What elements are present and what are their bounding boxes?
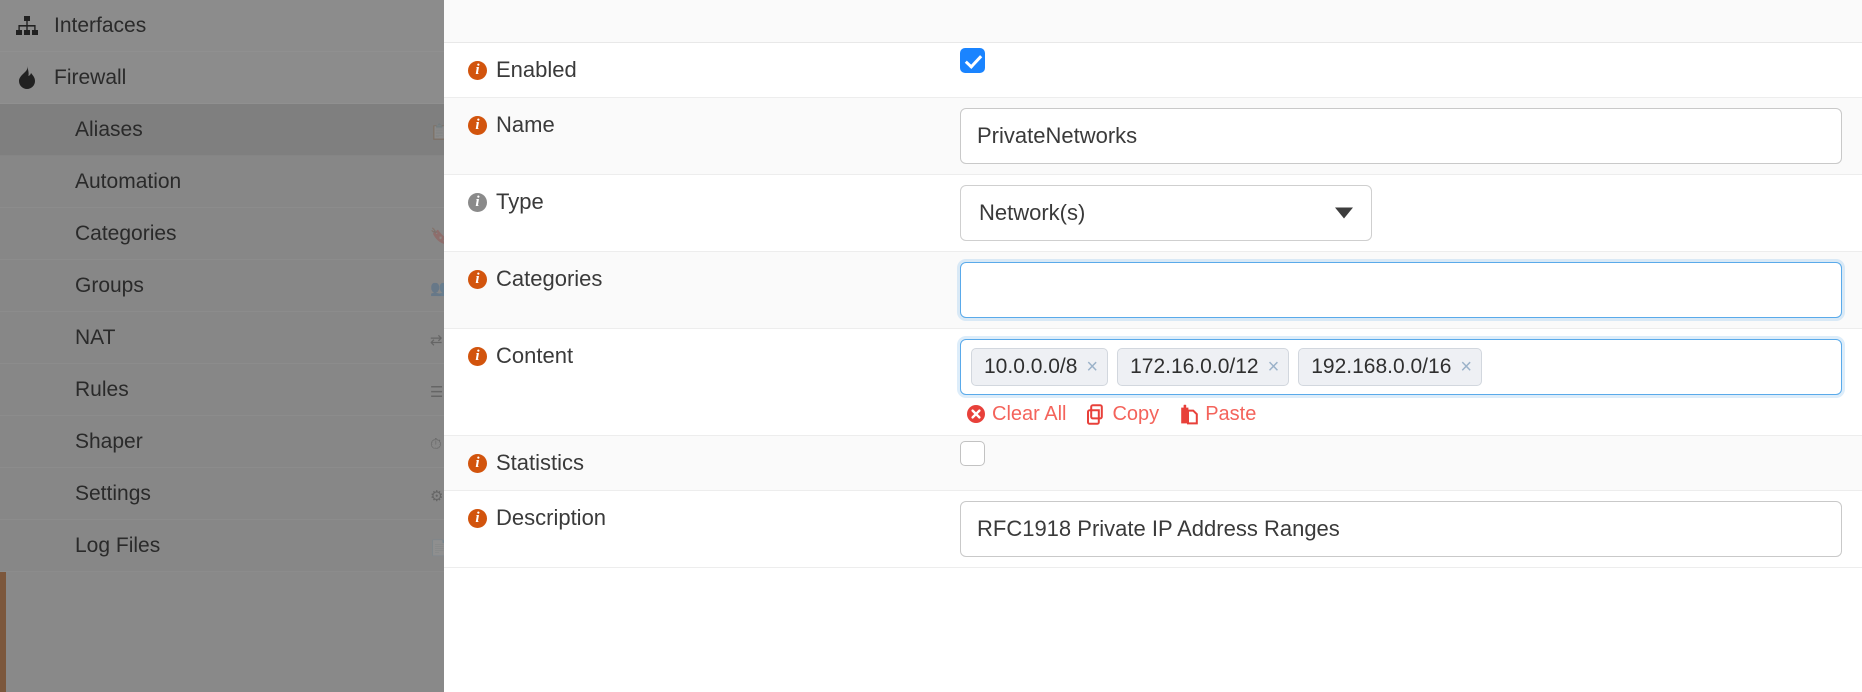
name-label: Name — [496, 112, 555, 138]
sidebar-item-label: Rules — [75, 378, 129, 402]
categories-label: Categories — [496, 266, 602, 292]
statistics-label: Statistics — [496, 450, 584, 476]
name-field-cell: PrivateNetworks — [960, 98, 1862, 174]
content-token-label: 192.168.0.0/16 — [1311, 354, 1451, 380]
sidebar-item-label: Groups — [75, 274, 144, 298]
sidebar-item-interfaces[interactable]: Interfaces — [0, 0, 444, 52]
clear-all-button[interactable]: Clear All — [966, 403, 1066, 425]
name-input[interactable]: PrivateNetworks — [960, 108, 1842, 164]
ghost-tag-icon: 🔖 — [430, 228, 444, 246]
sidebar-item-shaper[interactable]: Shaper — [0, 416, 444, 468]
fire-icon — [10, 66, 44, 90]
screen: Interfaces Firewall Aliases Automation C… — [0, 0, 1862, 692]
description-input[interactable]: RFC1918 Private IP Address Ranges — [960, 501, 1842, 557]
times-circle-icon — [966, 404, 986, 424]
sidebar-item-log-files[interactable]: Log Files — [0, 520, 444, 572]
sidebar-item-settings[interactable]: Settings — [0, 468, 444, 520]
ghost-gauge-icon: ⏱ — [430, 436, 444, 454]
enabled-checkbox[interactable] — [960, 48, 985, 73]
sidebar-item-label: Automation — [75, 170, 181, 194]
statistics-checkbox[interactable] — [960, 441, 985, 466]
description-label: Description — [496, 505, 606, 531]
sidebar-item-label: Categories — [75, 222, 177, 246]
content-label: Content — [496, 343, 573, 369]
content-token[interactable]: 10.0.0.0/8 × — [971, 348, 1108, 386]
description-label-cell: i Description — [444, 491, 960, 545]
description-field-cell: RFC1918 Private IP Address Ranges — [960, 491, 1862, 567]
content-token-label: 10.0.0.0/8 — [984, 354, 1077, 380]
type-field-cell: Network(s) — [960, 175, 1862, 251]
form-row-statistics: i Statistics — [444, 436, 1862, 491]
type-label: Type — [496, 189, 544, 215]
ghost-file-icon: 📄 — [430, 540, 444, 558]
type-select[interactable]: Network(s) — [960, 185, 1372, 241]
sidebar-item-label: Shaper — [75, 430, 143, 454]
content-token[interactable]: 172.16.0.0/12 × — [1117, 348, 1289, 386]
paste-icon — [1179, 404, 1199, 425]
sidebar-item-categories[interactable]: Categories — [0, 208, 444, 260]
form-row-content: i Content 10.0.0.0/8 × 172.16.0.0/12 × 1… — [444, 329, 1862, 436]
sitemap-icon — [10, 16, 44, 36]
statistics-label-cell: i Statistics — [444, 436, 960, 490]
form-row-type: i Type Network(s) — [444, 175, 1862, 252]
sidebar-item-label: Firewall — [54, 66, 126, 90]
form-row-description: i Description RFC1918 Private IP Address… — [444, 491, 1862, 568]
form-row-categories: i Categories — [444, 252, 1862, 329]
remove-token-icon[interactable]: × — [1086, 357, 1098, 377]
form-row-enabled: i Enabled — [444, 43, 1862, 98]
dialog-header-spacer — [444, 0, 1862, 43]
paste-button[interactable]: Paste — [1179, 403, 1256, 425]
type-select-value: Network(s) — [979, 200, 1085, 225]
enabled-field-cell — [960, 43, 1862, 88]
copy-icon — [1086, 404, 1106, 425]
content-actions: Clear All Copy — [960, 403, 1842, 425]
enabled-label-cell: i Enabled — [444, 43, 960, 97]
sidebar-item-rules[interactable]: Rules — [0, 364, 444, 416]
enabled-label: Enabled — [496, 57, 577, 83]
sidebar-item-automation[interactable]: Automation — [0, 156, 444, 208]
sidebar-item-label: Aliases — [75, 118, 143, 142]
info-icon[interactable]: i — [468, 193, 487, 212]
paste-label: Paste — [1205, 403, 1256, 425]
sidebar-item-groups[interactable]: Groups — [0, 260, 444, 312]
ghost-list-icon: ☰ — [430, 384, 444, 402]
info-icon[interactable]: i — [468, 509, 487, 528]
statistics-field-cell — [960, 436, 1862, 481]
sidebar-item-label: Log Files — [75, 534, 160, 558]
info-icon[interactable]: i — [468, 270, 487, 289]
remove-token-icon[interactable]: × — [1460, 357, 1472, 377]
sidebar-navigation: Interfaces Firewall Aliases Automation C… — [0, 0, 444, 692]
alias-edit-dialog: i Enabled i Name PrivateNetworks i Type — [444, 0, 1862, 692]
content-token-label: 172.16.0.0/12 — [1130, 354, 1258, 380]
info-icon[interactable]: i — [468, 116, 487, 135]
categories-label-cell: i Categories — [444, 252, 960, 306]
content-field-cell: 10.0.0.0/8 × 172.16.0.0/12 × 192.168.0.0… — [960, 329, 1862, 435]
sidebar-item-nat[interactable]: NAT — [0, 312, 444, 364]
info-icon[interactable]: i — [468, 347, 487, 366]
sidebar-item-label: Settings — [75, 482, 151, 506]
sidebar-item-firewall[interactable]: Firewall — [0, 52, 444, 104]
ghost-exchange-icon: ⇄ — [430, 332, 444, 350]
categories-token-input[interactable] — [960, 262, 1842, 318]
sidebar-item-label: Interfaces — [54, 14, 146, 38]
form-row-name: i Name PrivateNetworks — [444, 98, 1862, 175]
ghost-clipboard-icon: 📋 — [430, 124, 444, 142]
categories-field-cell — [960, 252, 1862, 328]
content-label-cell: i Content — [444, 329, 960, 383]
info-icon[interactable]: i — [468, 61, 487, 80]
clear-all-label: Clear All — [992, 403, 1066, 425]
content-token-input[interactable]: 10.0.0.0/8 × 172.16.0.0/12 × 192.168.0.0… — [960, 339, 1842, 395]
content-token[interactable]: 192.168.0.0/16 × — [1298, 348, 1482, 386]
sidebar-item-aliases[interactable]: Aliases — [0, 104, 444, 156]
name-label-cell: i Name — [444, 98, 960, 152]
copy-button[interactable]: Copy — [1086, 403, 1159, 425]
remove-token-icon[interactable]: × — [1268, 357, 1280, 377]
chevron-down-icon — [1335, 208, 1353, 219]
type-label-cell: i Type — [444, 175, 960, 229]
info-icon[interactable]: i — [468, 454, 487, 473]
copy-label: Copy — [1112, 403, 1159, 425]
ghost-users-icon: 👥 — [430, 280, 444, 298]
sidebar-item-label: NAT — [75, 326, 115, 350]
ghost-gear-icon: ⚙ — [430, 488, 444, 506]
